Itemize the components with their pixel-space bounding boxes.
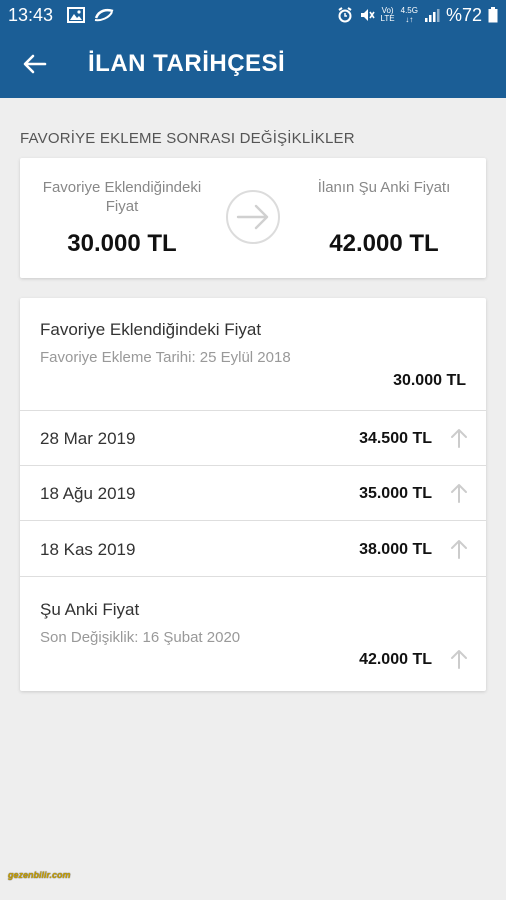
back-button[interactable] <box>0 30 70 98</box>
history-row-current: Şu Anki Fiyat Son Değişiklik: 16 Şubat 2… <box>20 577 486 691</box>
arrow-up-icon <box>450 428 468 448</box>
summary-current-price: İlanın Şu Anki Fiyatı 42.000 TL <box>294 178 474 258</box>
watermark: gezenbilir.com <box>8 870 71 880</box>
status-bar: 13:43 Vo) LTE 4.5G ↓↑ %72 <box>0 0 506 30</box>
history-row: 28 Mar 2019 34.500 TL <box>20 411 486 466</box>
price-summary-card: Favoriye Eklendiğindeki Fiyat 30.000 TL … <box>20 158 486 278</box>
summary-current-value: 42.000 TL <box>329 230 439 257</box>
arrow-up-icon <box>450 649 468 669</box>
arrow-right-icon <box>236 204 270 230</box>
status-time: 13:43 <box>8 4 54 25</box>
history-row: 18 Kas 2019 38.000 TL <box>20 522 486 577</box>
price-history-card: Favoriye Eklendiğindeki Fiyat Favoriye E… <box>20 298 486 691</box>
history-row-added: Favoriye Eklendiğindeki Fiyat Favoriye E… <box>20 298 486 411</box>
arrow-up-icon <box>450 483 468 503</box>
section-title: FAVORİYE EKLEME SONRASI DEĞİŞİKLİKLER <box>20 130 355 147</box>
history-added-price: 30.000 TL <box>393 372 466 389</box>
history-added-title: Favoriye Eklendiğindeki Fiyat <box>40 320 262 339</box>
history-current-title: Şu Anki Fiyat <box>40 600 140 619</box>
arrow-right-circle <box>226 190 280 244</box>
page-title: İLAN TARİHÇESİ <box>88 50 286 77</box>
history-date: 18 Ağu 2019 <box>40 484 136 503</box>
image-icon <box>67 7 86 23</box>
volte-icon: Vo) LTE <box>380 6 395 23</box>
signal-icon <box>424 7 440 23</box>
mute-icon <box>359 7 375 23</box>
history-current-price: 42.000 TL <box>359 651 432 668</box>
history-date: 28 Mar 2019 <box>40 429 136 448</box>
history-added-date: Favoriye Ekleme Tarihi: 25 Eylül 2018 <box>40 349 291 366</box>
status-left-icons <box>67 7 115 23</box>
summary-current-label: İlanın Şu Anki Fiyatı <box>317 179 451 196</box>
battery-icon <box>488 7 498 23</box>
history-date: 18 Kas 2019 <box>40 540 136 559</box>
app-bar: İLAN TARİHÇESİ <box>0 30 506 98</box>
history-current-date: Son Değişiklik: 16 Şubat 2020 <box>40 629 241 646</box>
history-row: 18 Ağu 2019 35.000 TL <box>20 466 486 521</box>
history-price: 38.000 TL <box>359 541 432 558</box>
4g-icon: 4.5G ↓↑ <box>400 6 418 24</box>
summary-added-label: Favoriye Eklendiğindeki Fiyat <box>42 179 202 215</box>
arrow-up-icon <box>450 539 468 559</box>
history-price: 34.500 TL <box>359 430 432 447</box>
summary-added-price: Favoriye Eklendiğindeki Fiyat 30.000 TL <box>32 178 212 258</box>
arrow-left-icon <box>23 54 47 74</box>
status-right-icons: Vo) LTE 4.5G ↓↑ %72 <box>337 5 498 26</box>
sync-icon <box>93 8 115 22</box>
battery-percent: %72 <box>445 4 482 25</box>
alarm-icon <box>337 7 353 23</box>
history-price: 35.000 TL <box>359 485 432 502</box>
summary-added-value: 30.000 TL <box>67 230 177 257</box>
